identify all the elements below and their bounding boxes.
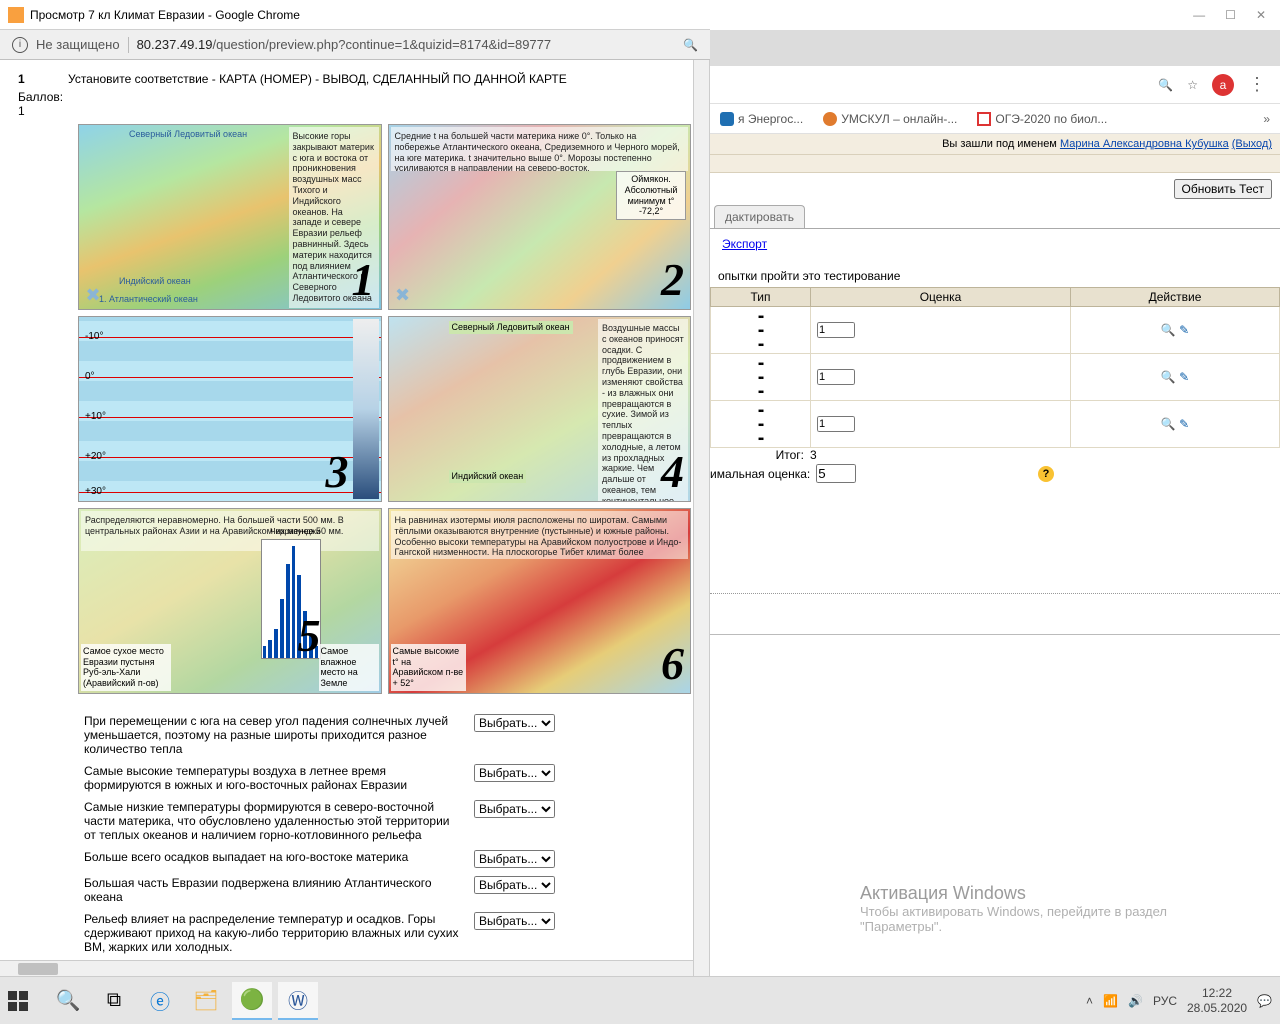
- favicon-icon: [8, 7, 24, 23]
- tab-edit[interactable]: дактировать: [714, 205, 805, 228]
- grade-input[interactable]: [817, 416, 855, 432]
- match-stem: Больше всего осадков выпадает на юго-вос…: [78, 846, 468, 872]
- search-icon[interactable]: 🔍: [48, 982, 88, 1020]
- th-action: Действие: [1071, 288, 1280, 307]
- system-tray: ˄ 📶 🔊 РУС 12:22 28.05.2020 💬: [1086, 986, 1272, 1015]
- bg-window-controls: — ☐ ✕: [710, 0, 1280, 30]
- match-stem: При перемещении с юга на север угол паде…: [78, 710, 468, 760]
- bg-tabs-bar: [710, 30, 1280, 66]
- map-card-1: Северный Ледовитый океан Индийский океан…: [78, 124, 382, 310]
- bookmarks-bar: я Энергос... УМСКУЛ – онлайн-... ОГЭ-202…: [710, 104, 1280, 134]
- match-stem: Самые высокие температуры воздуха в летн…: [78, 760, 468, 796]
- volume-icon[interactable]: 🔊: [1128, 994, 1143, 1008]
- word-icon[interactable]: Ⓦ: [278, 982, 318, 1020]
- match-stem: Рельеф влияет на распределение температу…: [78, 908, 468, 958]
- preview-icon[interactable]: 🔍: [1161, 323, 1176, 337]
- chrome-icon[interactable]: 🟢: [232, 982, 272, 1020]
- notifications-icon[interactable]: 💬: [1257, 994, 1272, 1008]
- th-type: Тип: [711, 288, 811, 307]
- question-number: 1: [18, 72, 25, 86]
- list-icon: ▪▪▪▪▪▪: [758, 359, 763, 398]
- match-table: При перемещении с юга на север угол паде…: [78, 710, 618, 958]
- list-icon: ▪▪▪▪▪▪: [758, 312, 763, 351]
- clock[interactable]: 12:22 28.05.2020: [1187, 986, 1247, 1015]
- logout-link[interactable]: (Выход): [1232, 138, 1272, 150]
- profile-avatar[interactable]: а: [1212, 74, 1234, 96]
- info-icon[interactable]: i: [12, 37, 28, 53]
- popup-address-bar: i Не защищено 80.237.49.19/question/prev…: [0, 30, 710, 60]
- bookmarks-overflow-icon[interactable]: »: [1263, 112, 1270, 126]
- background-browser-window: — ☐ ✕ 🔍 ☆ а ⋮ я Энергос... УМСКУЛ – онла…: [710, 0, 1280, 976]
- taskbar: 🔍 ⧉ ⓔ 🗂 🟢 Ⓦ ˄ 📶 🔊 РУС 12:22 28.05.2020 💬: [0, 976, 1280, 1024]
- map-card-3: -10° 0° +10° +20° +30° 3: [78, 316, 382, 502]
- language-indicator[interactable]: РУС: [1153, 994, 1177, 1008]
- user-link[interactable]: Марина Александровна Кубушка: [1060, 138, 1229, 150]
- tray-chevron-icon[interactable]: ˄: [1086, 994, 1093, 1008]
- score-label: Баллов: 1: [18, 90, 68, 118]
- match-select[interactable]: Выбрать...: [474, 876, 555, 894]
- edge-icon[interactable]: ⓔ: [140, 982, 180, 1020]
- export-link[interactable]: Экспорт: [722, 237, 767, 251]
- match-stem: Большая часть Евразии подвержена влиянию…: [78, 872, 468, 908]
- zoom-icon[interactable]: 🔍: [1158, 78, 1173, 92]
- match-stem: Самые низкие температуры формируются в с…: [78, 796, 468, 846]
- table-row: ▪▪▪▪▪▪ 🔍 ✎: [711, 307, 1280, 354]
- match-select[interactable]: Выбрать...: [474, 764, 555, 782]
- popup-content-area: 1 Баллов: 1 Установите соответствие - КА…: [0, 60, 710, 976]
- maximize-icon[interactable]: ☐: [1225, 8, 1236, 22]
- bg-toolbar: 🔍 ☆ а ⋮: [710, 66, 1280, 104]
- start-button[interactable]: [8, 991, 28, 1011]
- match-select[interactable]: Выбрать...: [474, 912, 555, 930]
- preview-icon[interactable]: 🔍: [1161, 417, 1176, 431]
- vertical-scrollbar[interactable]: [693, 60, 709, 976]
- edit-icon[interactable]: ✎: [1179, 370, 1189, 384]
- remove-image-icon[interactable]: ✖: [393, 285, 413, 305]
- login-info: Вы зашли под именем Марина Александровна…: [710, 134, 1280, 155]
- edit-icon[interactable]: ✎: [1179, 417, 1189, 431]
- bookmark-item[interactable]: ОГЭ-2020 по биол...: [977, 112, 1107, 126]
- edit-icon[interactable]: ✎: [1179, 323, 1189, 337]
- star-icon[interactable]: ☆: [1187, 78, 1198, 92]
- remove-image-icon[interactable]: ✖: [83, 285, 103, 305]
- security-label: Не защищено: [36, 37, 120, 52]
- attempts-table: Тип Оценка Действие ▪▪▪▪▪▪ 🔍 ✎ ▪▪▪▪▪▪ 🔍 …: [710, 287, 1280, 448]
- grade-input[interactable]: [817, 322, 855, 338]
- max-grade-input[interactable]: [816, 464, 856, 483]
- list-icon: ▪▪▪▪▪▪: [758, 406, 763, 445]
- map-card-6: На равнинах изотермы июля расположены по…: [388, 508, 692, 694]
- bookmark-item[interactable]: УМСКУЛ – онлайн-...: [823, 112, 957, 126]
- preview-icon[interactable]: 🔍: [1161, 370, 1176, 384]
- grade-input[interactable]: [817, 369, 855, 385]
- question-text: Установите соответствие - КАРТА (НОМЕР) …: [68, 72, 691, 118]
- match-select[interactable]: Выбрать...: [474, 850, 555, 868]
- horizontal-scrollbar[interactable]: [0, 960, 693, 976]
- page-tabs: дактировать: [710, 205, 1280, 229]
- match-select[interactable]: Выбрать...: [474, 714, 555, 732]
- url-display[interactable]: 80.237.49.19/question/preview.php?contin…: [137, 37, 675, 52]
- explorer-icon[interactable]: 🗂: [186, 982, 226, 1020]
- map-card-4: Северный Ледовитый океан Воздушные массы…: [388, 316, 692, 502]
- close-icon[interactable]: ✕: [1256, 8, 1266, 22]
- map-card-2: Средние t на большей части материка ниже…: [388, 124, 692, 310]
- help-icon[interactable]: ?: [1038, 466, 1054, 482]
- windows-activation-watermark: Активация Windows Чтобы активировать Win…: [860, 883, 1220, 934]
- network-icon[interactable]: 📶: [1103, 994, 1118, 1008]
- table-row: ▪▪▪▪▪▪ 🔍 ✎: [711, 354, 1280, 401]
- th-grade: Оценка: [811, 288, 1071, 307]
- minimize-icon[interactable]: —: [1193, 8, 1205, 22]
- menu-icon[interactable]: ⋮: [1248, 74, 1266, 95]
- table-row: ▪▪▪▪▪▪ 🔍 ✎: [711, 401, 1280, 448]
- bookmark-item[interactable]: я Энергос...: [720, 112, 803, 126]
- attempts-heading: опытки пройти это тестирование: [710, 269, 1280, 287]
- task-view-icon[interactable]: ⧉: [94, 982, 134, 1020]
- match-select[interactable]: Выбрать...: [474, 800, 555, 818]
- update-test-button[interactable]: Обновить Тест: [1174, 179, 1273, 199]
- search-icon[interactable]: 🔍: [683, 38, 698, 52]
- map-card-5: Распределяются неравномерно. На большей …: [78, 508, 382, 694]
